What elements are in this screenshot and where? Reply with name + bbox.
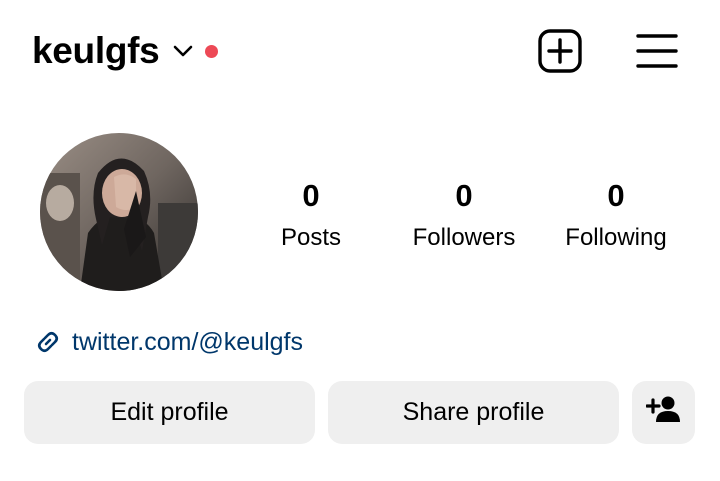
share-profile-button[interactable]: Share profile <box>328 381 619 444</box>
edit-profile-button[interactable]: Edit profile <box>24 381 315 444</box>
profile-header: keulgfs <box>0 0 720 100</box>
stat-following[interactable]: 0 Following <box>546 176 686 260</box>
share-profile-label: Share profile <box>402 398 545 426</box>
chevron-down-icon <box>171 39 195 63</box>
account-switcher[interactable]: keulgfs <box>32 28 219 74</box>
add-person-icon <box>644 394 682 431</box>
posts-label: Posts <box>280 224 342 251</box>
bio-link[interactable]: twitter.com/@keulgfs <box>33 324 303 360</box>
followers-count: 0 <box>455 178 473 213</box>
create-post-button[interactable] <box>532 26 588 80</box>
followers-label: Followers <box>412 224 516 251</box>
edit-profile-label: Edit profile <box>110 398 229 426</box>
posts-count: 0 <box>302 178 320 213</box>
stat-posts[interactable]: 0 Posts <box>241 176 381 260</box>
avatar[interactable] <box>40 133 198 291</box>
link-icon <box>33 327 63 357</box>
plus-square-icon <box>537 28 583 79</box>
bio-link-text: twitter.com/@keulgfs <box>72 328 304 356</box>
following-count: 0 <box>607 178 625 213</box>
following-label: Following <box>565 224 667 251</box>
username: keulgfs <box>32 30 160 71</box>
notification-dot <box>205 44 219 58</box>
stat-followers[interactable]: 0 Followers <box>394 176 534 260</box>
hamburger-menu-icon <box>635 31 679 76</box>
menu-button[interactable] <box>630 26 684 80</box>
discover-people-button[interactable] <box>632 381 695 444</box>
